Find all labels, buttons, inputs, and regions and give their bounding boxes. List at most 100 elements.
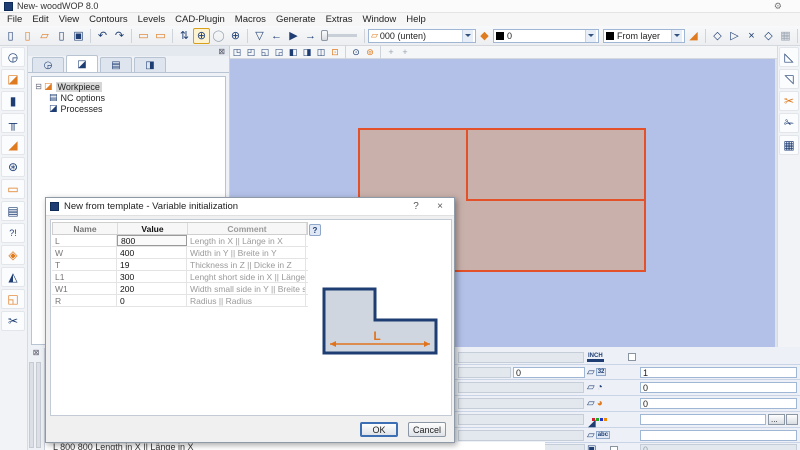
menu-window[interactable]: Window	[358, 13, 402, 26]
view-cube-bottom-icon[interactable]: ◨	[300, 46, 314, 58]
color-picker-button[interactable]	[786, 414, 798, 425]
new-from-template-icon[interactable]: ▯	[19, 28, 36, 44]
polygon-icon[interactable]: ▷	[726, 28, 743, 44]
menu-view[interactable]: View	[54, 13, 84, 26]
tab-contours[interactable]: ◶	[32, 57, 64, 72]
table-row[interactable]: W 400 Width in Y || Breite in Y	[52, 247, 308, 259]
panel-close-icon[interactable]: ⊠	[218, 47, 225, 56]
count-field[interactable]: 1	[640, 367, 797, 378]
layer-dropdown[interactable]: ▱ 000 (unten)	[368, 29, 476, 43]
pen-style-icon[interactable]: ◢	[685, 28, 702, 44]
view-cube-back-icon[interactable]: ◧	[286, 46, 300, 58]
workpiece-step-vertical-line[interactable]	[466, 128, 468, 201]
measure-length-icon[interactable]: ◺	[779, 47, 799, 67]
table-row[interactable]: L1 300 Lenght short side in X || Länge k…	[52, 271, 308, 283]
table-row[interactable]: T 19 Thickness in Z || Dicke in Z	[52, 259, 308, 271]
cell-value[interactable]: 19	[117, 259, 187, 270]
name-field[interactable]	[640, 430, 797, 441]
play-icon[interactable]: ▶	[285, 28, 302, 44]
simulation-slider[interactable]	[323, 34, 357, 37]
trim-lines-icon[interactable]: ×	[743, 28, 760, 44]
save-icon[interactable]: ▣	[70, 28, 87, 44]
tree-item-processes[interactable]: ◪ Processes	[34, 103, 223, 114]
variables-panel-scrollbar[interactable]	[29, 362, 34, 448]
new-from-clipboard-icon[interactable]: ▯	[53, 28, 70, 44]
tab-list[interactable]: ▤	[100, 57, 132, 72]
new-file-icon[interactable]: ▯	[2, 28, 19, 44]
step-back-icon[interactable]: ←	[268, 28, 285, 44]
toolbox-icon[interactable]: ▦	[779, 135, 799, 155]
tree-item-label[interactable]: Processes	[61, 104, 103, 114]
line-style-dropdown[interactable]: From layer	[603, 29, 685, 43]
variables-panel-close-icon[interactable]: ⊠	[28, 348, 44, 357]
move-origin-icon[interactable]: +	[384, 46, 398, 58]
comment-macro-icon[interactable]: ?!	[1, 223, 25, 243]
column-header-comment[interactable]: Comment	[188, 223, 307, 234]
rhombus-tool-icon[interactable]: ◇	[760, 28, 777, 44]
paint-bucket-icon[interactable]: ◆	[476, 28, 493, 44]
tab-machine[interactable]: ◨	[134, 57, 166, 72]
view-cube-left-icon[interactable]: ◱	[258, 46, 272, 58]
undo-icon[interactable]: ↶	[94, 28, 111, 44]
view-cube-iso-icon[interactable]: ◫	[314, 46, 328, 58]
cell-value[interactable]: 0	[117, 295, 187, 306]
copy-contour-icon[interactable]: ▭	[135, 28, 152, 44]
colors-field[interactable]	[640, 414, 766, 425]
milling-icon[interactable]: ◭	[1, 267, 25, 287]
cutting-icon[interactable]: ✂	[1, 311, 25, 331]
menu-help[interactable]: Help	[401, 13, 431, 26]
layers-checkbox[interactable]	[610, 446, 618, 450]
move-view-icon[interactable]: +	[398, 46, 412, 58]
table-tool-icon[interactable]: ▦	[777, 28, 794, 44]
view-globe-icon[interactable]: ⊕	[227, 28, 244, 44]
view-sphere-icon[interactable]: ◯	[210, 28, 227, 44]
polyline-icon[interactable]: ◇	[709, 28, 726, 44]
menu-contours[interactable]: Contours	[84, 13, 133, 26]
split-contour-icon[interactable]: ✁	[779, 113, 799, 133]
horizontal-drilling-icon[interactable]: ╥	[1, 113, 25, 133]
paste-contour-icon[interactable]: ▭	[152, 28, 169, 44]
ok-button[interactable]: OK	[360, 422, 398, 437]
nesting-icon[interactable]: ◱	[1, 289, 25, 309]
view-cube-top-icon[interactable]: ◳	[230, 46, 244, 58]
inch-checkbox[interactable]	[628, 353, 636, 361]
step-forward-icon[interactable]: →	[302, 28, 319, 44]
filter-icon[interactable]: ▽	[251, 28, 268, 44]
tree-item-nc-options[interactable]: ▤ NC options	[34, 92, 223, 103]
cell-value[interactable]: 800	[117, 235, 187, 246]
tab-workpiece[interactable]: ◪	[66, 55, 98, 72]
time2-field[interactable]: 0	[640, 398, 797, 409]
view-wireframe-icon[interactable]: ⊡	[328, 46, 342, 58]
saw-blade-icon[interactable]: ⊛	[1, 157, 25, 177]
dropdown-arrow-icon[interactable]	[671, 30, 682, 42]
sawing-icon[interactable]: ◢	[1, 135, 25, 155]
zoom-window-icon[interactable]: ⊚	[363, 46, 377, 58]
clamping-icon[interactable]: ◈	[1, 245, 25, 265]
pocket-macro-icon[interactable]: ◪	[1, 69, 25, 89]
tree-item-label[interactable]: Workpiece	[56, 82, 102, 92]
comment-help-icon[interactable]: ?	[309, 224, 321, 236]
column-header-value[interactable]: Value	[118, 223, 188, 234]
menu-levels[interactable]: Levels	[133, 13, 170, 26]
menu-macros[interactable]: Macros	[230, 13, 271, 26]
slider-handle[interactable]	[321, 30, 328, 41]
view-cube-front-icon[interactable]: ◰	[244, 46, 258, 58]
transfer-icon[interactable]: ⇅	[176, 28, 193, 44]
dialog-title-bar[interactable]: New from template - Variable initializat…	[46, 198, 454, 216]
param-left-value-field[interactable]: 0	[513, 367, 585, 378]
time1-field[interactable]: 0	[640, 382, 797, 393]
vertical-drilling-icon[interactable]: ▮	[1, 91, 25, 111]
column-header-name[interactable]: Name	[53, 223, 118, 234]
zoom-fit-icon[interactable]: ⊙	[349, 46, 363, 58]
trim-contour-icon[interactable]: ✂	[779, 91, 799, 111]
tree-expander-icon[interactable]: ⊟	[34, 82, 43, 91]
gear-icon[interactable]: ⚙	[774, 1, 782, 12]
cell-value[interactable]: 400	[117, 247, 187, 258]
menu-edit[interactable]: Edit	[27, 13, 53, 26]
nc-document-icon[interactable]: ▤	[1, 201, 25, 221]
redo-icon[interactable]: ↷	[111, 28, 128, 44]
pocket-icon[interactable]: ▭	[1, 179, 25, 199]
table-row[interactable]: L 800 Length in X || Länge in X	[52, 235, 308, 247]
menu-cad-plugin[interactable]: CAD-Plugin	[170, 13, 230, 26]
tree-item-workpiece[interactable]: ⊟ ◪ Workpiece	[34, 81, 223, 92]
